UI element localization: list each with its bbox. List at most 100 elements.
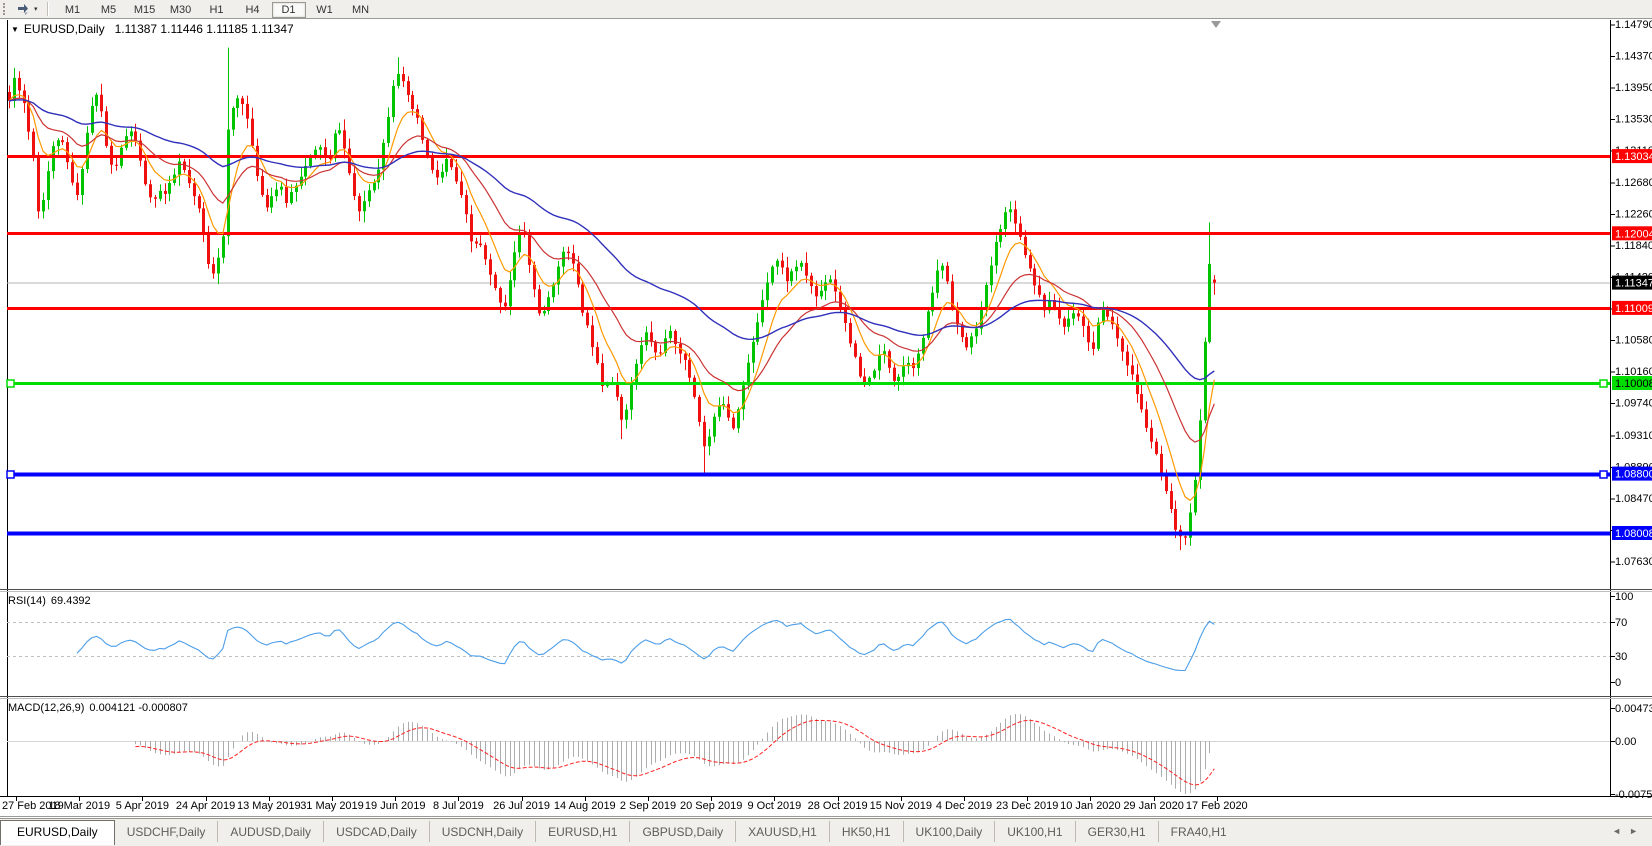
- svg-text:70: 70: [1615, 617, 1627, 629]
- chart-tab-GER30-H1[interactable]: GER30,H1: [1074, 821, 1158, 842]
- toolbar: ▾ M1 M5 M15 M30 H1 H4 D1 W1 MN: [0, 0, 1652, 19]
- svg-text:1.11347: 1.11347: [1615, 278, 1652, 290]
- svg-text:5 Apr 2019: 5 Apr 2019: [116, 800, 169, 812]
- symbol-dropdown-icon[interactable]: ▼: [11, 25, 19, 34]
- chart-tab-USDCHF-Daily[interactable]: USDCHF,Daily: [115, 821, 218, 842]
- svg-text:20 Sep 2019: 20 Sep 2019: [680, 800, 742, 812]
- svg-text:2 Sep 2019: 2 Sep 2019: [620, 800, 676, 812]
- chart-frame: [0, 18, 1652, 817]
- svg-text:1.10580: 1.10580: [1615, 335, 1652, 347]
- chart-tab-USDCAD-Daily[interactable]: USDCAD,Daily: [323, 821, 429, 842]
- svg-text:4 Dec 2019: 4 Dec 2019: [936, 800, 992, 812]
- toolbar-separator: [46, 2, 49, 16]
- rsi-panel[interactable]: 100 70 30 0: [7, 591, 1633, 689]
- chart-tabs: EURUSD,Daily USDCHF,Daily AUDUSD,Daily USDC…: [0, 819, 1239, 846]
- svg-text:1.11840: 1.11840: [1615, 240, 1652, 252]
- svg-text:26 Jul 2019: 26 Jul 2019: [493, 800, 550, 812]
- timeframe-button-H1[interactable]: H1: [200, 2, 234, 18]
- macd-name: MACD(12,26,9): [8, 702, 85, 714]
- timeframe-button-M30[interactable]: M30: [164, 2, 198, 18]
- chart-tab-FRA40-H1[interactable]: FRA40,H1: [1157, 821, 1239, 842]
- chart-tab-bar: EURUSD,Daily USDCHF,Daily AUDUSD,Daily USDC…: [0, 818, 1652, 846]
- chart-shift-marker-icon[interactable]: [1211, 21, 1221, 28]
- rsi-line: [76, 618, 1215, 672]
- timeframe-buttons: M1 M5 M15 M30 H1 H4 D1 W1 MN: [55, 0, 379, 18]
- tab-scroll-left-icon[interactable]: ◄: [1612, 826, 1629, 836]
- svg-text:29 Jan 2020: 29 Jan 2020: [1123, 800, 1184, 812]
- svg-text:1.12680: 1.12680: [1615, 177, 1652, 189]
- rsi-value: 69.4392: [50, 595, 91, 607]
- line-handle[interactable]: [6, 379, 15, 388]
- svg-text:24 Apr 2019: 24 Apr 2019: [176, 800, 235, 812]
- timeframe-button-M5[interactable]: M5: [92, 2, 126, 18]
- svg-text:1.08800: 1.08800: [1615, 469, 1652, 481]
- svg-text:1.12260: 1.12260: [1615, 209, 1652, 221]
- macd-values: 0.004121 -0.000807: [89, 702, 188, 714]
- chart-tab-EURUSD-Daily[interactable]: EURUSD,Daily: [0, 820, 115, 845]
- date-axis[interactable]: 27 Feb 201918 Mar 2019 5 Apr 2019 24 Apr 2…: [2, 797, 1248, 812]
- chart-tab-USDCNH-Daily[interactable]: USDCNH,Daily: [428, 821, 535, 842]
- rsi-indicator-label: RSI(14) 69.4392: [8, 595, 91, 607]
- tab-scroll-right-icon[interactable]: ►: [1629, 826, 1646, 836]
- timeframe-button-MN[interactable]: MN: [344, 2, 378, 18]
- svg-text:10 Jan 2020: 10 Jan 2020: [1060, 800, 1121, 812]
- svg-text:1.12004: 1.12004: [1615, 228, 1652, 240]
- chart-tab-AUDUSD-Daily[interactable]: AUDUSD,Daily: [217, 821, 323, 842]
- timeframe-button-M15[interactable]: M15: [128, 2, 162, 18]
- chart-tab-EURUSD-H1[interactable]: EURUSD,H1: [535, 821, 629, 842]
- svg-text:1.09740: 1.09740: [1615, 398, 1652, 410]
- tab-scroll-buttons: ◄►: [1612, 826, 1646, 836]
- svg-text:8 Jul 2019: 8 Jul 2019: [433, 800, 484, 812]
- svg-text:9 Oct 2019: 9 Oct 2019: [747, 800, 801, 812]
- toolbar-grip[interactable]: [3, 3, 9, 15]
- double-arrow-icon: [18, 3, 28, 15]
- macd-indicator-label: MACD(12,26,9) 0.004121 -0.000807: [8, 702, 188, 714]
- chart-tab-GBPUSD-Daily[interactable]: GBPUSD,Daily: [629, 821, 735, 842]
- timeframe-button-H4[interactable]: H4: [236, 2, 270, 18]
- horizontal-lines[interactable]: [6, 155, 1610, 536]
- timeframe-button-D1[interactable]: D1: [271, 2, 306, 18]
- svg-text:1.09310: 1.09310: [1615, 430, 1652, 442]
- svg-text:1.07630: 1.07630: [1615, 556, 1652, 568]
- chart-window: ▼ EURUSD,Daily 1.11387 1.11446 1.11185 1.1…: [0, 18, 1652, 818]
- chart-tab-HK50-H1[interactable]: HK50,H1: [828, 821, 903, 842]
- line-handle[interactable]: [1599, 379, 1608, 388]
- svg-text:13 May 2019: 13 May 2019: [237, 800, 301, 812]
- svg-text:1.14370: 1.14370: [1615, 50, 1652, 62]
- dropdown-caret-icon: ▾: [34, 6, 38, 13]
- svg-text:0.004738: 0.004738: [1615, 703, 1652, 715]
- svg-text:1.14790: 1.14790: [1615, 19, 1652, 31]
- svg-text:1.13530: 1.13530: [1615, 113, 1652, 125]
- chart-ohlc-values: 1.11387 1.11446 1.11185 1.11347: [114, 22, 294, 36]
- svg-text:18 Mar 2019: 18 Mar 2019: [48, 800, 110, 812]
- main-chart[interactable]: 1.147901.143701.139501.135301.131101.126…: [0, 18, 1652, 818]
- macd-panel[interactable]: 0.004738 0.00 -0.00758: [7, 703, 1652, 801]
- svg-text:15 Nov 2019: 15 Nov 2019: [870, 800, 932, 812]
- svg-text:-0.00758: -0.00758: [1615, 789, 1652, 801]
- svg-text:100: 100: [1615, 591, 1633, 603]
- moving-average-55: [8, 99, 1215, 381]
- chart-tab-XAUUSD-H1[interactable]: XAUUSD,H1: [735, 821, 829, 842]
- price-axis[interactable]: 1.147901.143701.139501.135301.131101.126…: [1610, 19, 1652, 568]
- svg-text:14 Aug 2019: 14 Aug 2019: [554, 800, 616, 812]
- svg-text:1.11009: 1.11009: [1615, 303, 1652, 315]
- line-handle[interactable]: [1599, 470, 1608, 479]
- svg-text:1.08008: 1.08008: [1615, 528, 1652, 540]
- svg-text:0: 0: [1615, 677, 1621, 689]
- svg-text:31 May 2019: 31 May 2019: [300, 800, 364, 812]
- svg-text:1.08470: 1.08470: [1615, 493, 1652, 505]
- svg-text:1.10008: 1.10008: [1615, 378, 1652, 390]
- svg-text:30: 30: [1615, 651, 1627, 663]
- chart-tab-UK100-Daily[interactable]: UK100,Daily: [902, 821, 995, 842]
- timeframe-button-M1[interactable]: M1: [56, 2, 90, 18]
- svg-text:28 Oct 2019: 28 Oct 2019: [808, 800, 868, 812]
- macd-histogram: [135, 714, 1215, 794]
- timeframe-button-W1[interactable]: W1: [308, 2, 342, 18]
- line-handle[interactable]: [6, 470, 15, 479]
- chart-symbol-period: EURUSD,Daily: [23, 22, 105, 36]
- symbols-compare-icon[interactable]: ▾: [13, 1, 41, 17]
- svg-text:0.00: 0.00: [1615, 736, 1636, 748]
- svg-text:1.13034: 1.13034: [1615, 151, 1652, 163]
- rsi-name: RSI(14): [8, 595, 46, 607]
- chart-tab-UK100-H1[interactable]: UK100,H1: [994, 821, 1074, 842]
